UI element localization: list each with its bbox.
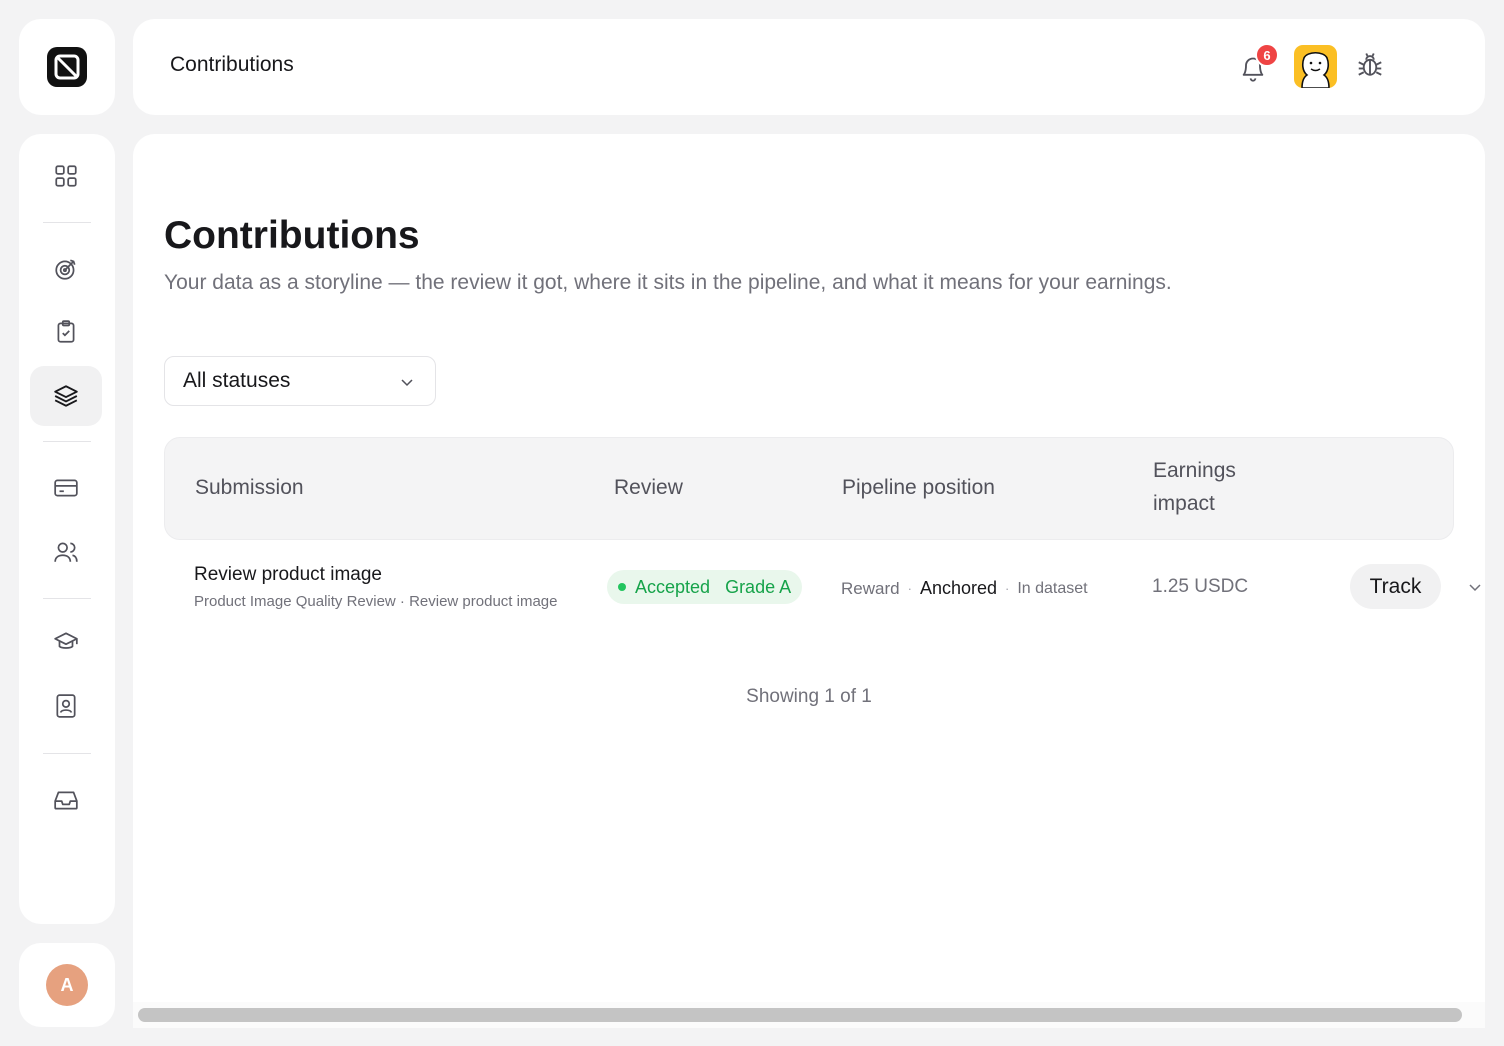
sidebar-item-inbox[interactable] — [30, 770, 102, 830]
review-grade: Grade A — [725, 576, 792, 597]
sidebar-item-dashboard[interactable] — [30, 146, 102, 206]
mascot-face-icon — [1301, 51, 1330, 88]
sidebar-item-team[interactable] — [30, 522, 102, 582]
sidebar-item-profile[interactable] — [30, 676, 102, 736]
topbar: Contributions 6 — [133, 19, 1485, 115]
sidebar-divider — [43, 441, 91, 442]
pipeline-stage-anchored: Anchored — [919, 578, 997, 598]
page-title: Contributions — [164, 214, 420, 257]
sidebar-divider — [43, 222, 91, 223]
column-header-earnings: Earnings — [1153, 459, 1236, 482]
chevron-down-icon[interactable] — [1467, 579, 1483, 595]
inbox-icon — [54, 791, 78, 810]
notifications-button[interactable]: 6 — [1237, 43, 1279, 83]
topbar-title: Contributions — [170, 53, 294, 76]
status-filter-value: All statuses — [183, 369, 291, 392]
sidebar-item-goals[interactable] — [30, 239, 102, 299]
target-icon — [55, 259, 76, 280]
review-status-badge: Accepted Grade A — [607, 570, 803, 604]
earnings-value: 1.25 USDC — [1152, 576, 1249, 597]
chevron-down-icon — [401, 379, 413, 387]
table-row[interactable]: Review product image Product Image Quali… — [164, 552, 1494, 624]
column-header-review: Review — [614, 476, 683, 499]
submission-title: Review product image — [194, 564, 382, 585]
pagination-summary: Showing 1 of 1 — [746, 686, 872, 707]
pipeline-position: Reward · Anchored · In dataset — [841, 578, 1088, 599]
grid-icon — [55, 165, 77, 187]
sidebar-divider — [43, 753, 91, 754]
graduation-cap-icon — [54, 632, 78, 649]
table-header: Submission Review Pipeline position Earn… — [164, 437, 1454, 540]
status-dot-icon — [618, 583, 626, 591]
mascot-avatar[interactable] — [1294, 45, 1337, 88]
logo-card[interactable] — [19, 19, 115, 115]
sidebar — [19, 134, 115, 924]
pipeline-stage-dataset: In dataset — [1017, 579, 1088, 597]
id-badge-icon — [56, 694, 76, 718]
avatar[interactable]: A — [46, 964, 88, 1006]
column-header-pipeline: Pipeline position — [842, 476, 995, 499]
submission-meta: Product Image Quality Review · Review pr… — [194, 593, 558, 610]
track-button[interactable]: Track — [1350, 564, 1441, 609]
sidebar-item-learning[interactable] — [30, 612, 102, 672]
horizontal-scrollbar[interactable] — [138, 1008, 1462, 1022]
brand-logo-icon — [47, 47, 87, 87]
main-content: Contributions Your data as a storyline —… — [133, 134, 1485, 1002]
clipboard-check-icon — [57, 320, 75, 343]
layers-icon — [54, 385, 78, 407]
users-icon — [54, 542, 78, 562]
review-status: Accepted — [635, 576, 711, 597]
sidebar-item-payments[interactable] — [30, 458, 102, 518]
pipeline-stage-reward: Reward — [841, 578, 900, 598]
page-subtitle: Your data as a storyline — the review it… — [164, 271, 1172, 294]
separator-dot: · — [1005, 581, 1010, 596]
separator-dot: · — [907, 581, 912, 596]
sidebar-item-contributions[interactable] — [30, 366, 102, 426]
status-filter-select[interactable]: All statuses — [164, 356, 436, 406]
column-header-earnings-line2: impact — [1153, 492, 1215, 515]
notification-count-badge: 6 — [1255, 43, 1279, 67]
column-header-submission: Submission — [195, 476, 304, 499]
sidebar-item-tasks[interactable] — [30, 302, 102, 362]
sidebar-divider — [43, 598, 91, 599]
credit-card-icon — [54, 479, 78, 497]
bug-icon[interactable] — [1355, 51, 1385, 81]
user-card: A — [19, 943, 115, 1027]
